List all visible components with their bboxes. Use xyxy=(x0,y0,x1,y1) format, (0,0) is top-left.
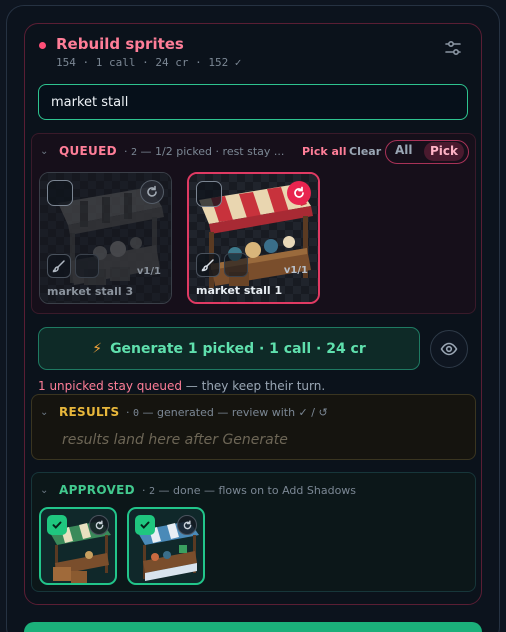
sprite-card[interactable]: v1/1 market stall 1 xyxy=(187,172,320,304)
edit-brush-icon[interactable] xyxy=(196,253,220,277)
mask-icon[interactable] xyxy=(224,253,248,277)
sliders-icon[interactable] xyxy=(443,38,463,58)
version-label: v1/1 xyxy=(283,265,308,276)
approved-check-icon xyxy=(47,515,67,535)
results-count: 0 xyxy=(133,408,140,419)
generate-label: Generate 1 picked · 1 call · 24 cr xyxy=(110,340,366,357)
sprite-name: market stall 1 xyxy=(196,284,283,297)
queued-section: ⌄ QUEUED · 2 — 1/2 picked · rest stay ..… xyxy=(31,133,476,314)
approved-check-icon xyxy=(135,515,155,535)
approved-sprite-card[interactable] xyxy=(127,507,205,585)
chevron-down-icon[interactable]: ⌄ xyxy=(40,485,48,496)
sprite-card[interactable]: v1/1 market stall 3 xyxy=(39,172,172,304)
approved-title: APPROVED xyxy=(59,483,135,497)
filter-toggle: All Pick xyxy=(385,140,469,164)
regenerate-icon[interactable] xyxy=(287,181,311,205)
results-meta-text: — generated — review with ✓ / ↺ xyxy=(142,406,328,419)
regenerate-icon[interactable] xyxy=(140,180,164,204)
regenerate-icon[interactable] xyxy=(89,515,109,535)
eye-icon xyxy=(440,342,458,356)
sprite-name: market stall 3 xyxy=(47,285,134,298)
approved-count: 2 xyxy=(149,486,156,497)
rebuild-sprites-panel: Rebuild sprites 154 · 1 call · 24 cr · 1… xyxy=(24,23,482,605)
filter-all-option[interactable]: All xyxy=(395,143,413,157)
clear-button[interactable]: Clear xyxy=(349,145,381,158)
preview-button[interactable] xyxy=(430,330,468,368)
results-title: RESULTS xyxy=(59,405,120,419)
next-step-button[interactable] xyxy=(24,622,482,632)
approved-sprite-card[interactable] xyxy=(39,507,117,585)
edit-brush-icon[interactable] xyxy=(47,254,71,278)
chevron-down-icon[interactable]: ⌄ xyxy=(40,146,48,157)
status-dot xyxy=(39,42,46,49)
results-section: ⌄ RESULTS · 0 — generated — review with … xyxy=(31,394,476,460)
mask-icon[interactable] xyxy=(75,254,99,278)
queued-title: QUEUED xyxy=(59,144,117,158)
filter-pick-option[interactable]: Pick xyxy=(424,142,464,161)
queued-count: 2 xyxy=(131,147,138,158)
queued-meta: · 2 — 1/2 picked · rest stay ... xyxy=(124,145,285,158)
queued-meta-text: — 1/2 picked · rest stay ... xyxy=(140,145,285,158)
chevron-down-icon[interactable]: ⌄ xyxy=(40,407,48,418)
pick-checkbox[interactable] xyxy=(196,181,222,207)
pick-all-button[interactable]: Pick all xyxy=(302,145,346,158)
regenerate-icon[interactable] xyxy=(177,515,197,535)
results-meta: · 0 — generated — review with ✓ / ↺ xyxy=(126,406,328,419)
queue-note: 1 unpicked stay queued — they keep their… xyxy=(38,379,325,393)
queue-note-highlight: 1 unpicked stay queued xyxy=(38,379,182,393)
version-label: v1/1 xyxy=(136,266,161,277)
panel-subtitle: 154 · 1 call · 24 cr · 152 ✓ xyxy=(56,56,242,69)
generate-button[interactable]: ⚡︎ Generate 1 picked · 1 call · 24 cr xyxy=(38,327,420,370)
bolt-icon: ⚡︎ xyxy=(92,340,103,357)
panel-title: Rebuild sprites xyxy=(56,35,184,53)
approved-meta: · 2 — done — flows on to Add Shadows xyxy=(142,484,357,497)
search-input[interactable] xyxy=(38,84,468,120)
approved-meta-text: — done — flows on to Add Shadows xyxy=(158,484,357,497)
pick-checkbox[interactable] xyxy=(47,180,73,206)
results-placeholder: results land here after Generate xyxy=(62,432,288,448)
queue-note-rest: — they keep their turn. xyxy=(181,379,326,393)
approved-section: ⌄ APPROVED · 2 — done — flows on to Add … xyxy=(31,472,476,592)
